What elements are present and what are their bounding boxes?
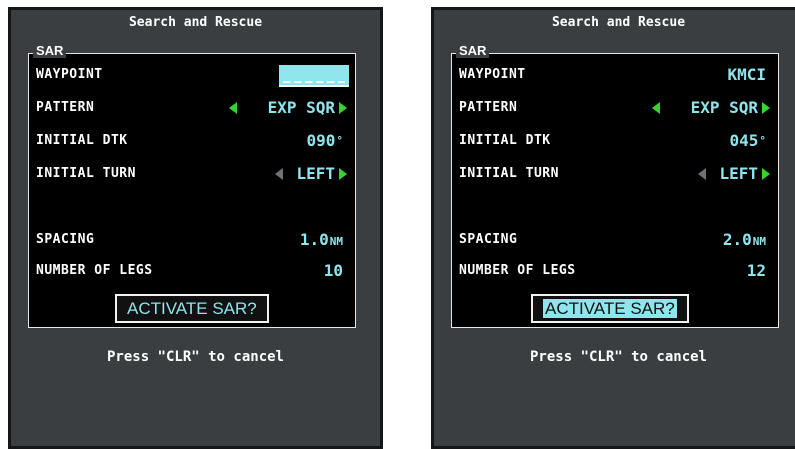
spacing-label: SPACING bbox=[36, 232, 95, 247]
arrow-right-icon[interactable] bbox=[339, 102, 347, 114]
sar-screen-left: Search and Rescue SAR WAYPOINT PATTERN E… bbox=[8, 7, 383, 449]
sar-group: SAR WAYPOINT KMCI PATTERN EXP SQR INITIA… bbox=[451, 44, 779, 328]
spacing-number: 2.0 bbox=[722, 230, 752, 249]
spacing-value[interactable]: 1.0NM bbox=[300, 229, 343, 253]
arrow-right-icon[interactable] bbox=[762, 168, 770, 180]
initial-turn-row[interactable]: INITIAL TURN LEFT bbox=[36, 163, 349, 185]
initial-turn-label: INITIAL TURN bbox=[459, 166, 559, 181]
waypoint-row[interactable]: WAYPOINT KMCI bbox=[459, 64, 772, 86]
initial-dtk-row[interactable]: INITIAL DTK 090° bbox=[36, 130, 349, 152]
pattern-value[interactable]: EXP SQR bbox=[691, 97, 758, 119]
arrow-left-icon[interactable] bbox=[698, 168, 706, 180]
initial-dtk-row[interactable]: INITIAL DTK 045° bbox=[459, 130, 772, 152]
initial-dtk-label: INITIAL DTK bbox=[36, 133, 128, 148]
initial-dtk-label: INITIAL DTK bbox=[459, 133, 551, 148]
sar-group: SAR WAYPOINT PATTERN EXP SQR INITIAL DTK… bbox=[28, 44, 356, 328]
sar-group-label: SAR bbox=[33, 44, 67, 58]
pattern-value[interactable]: EXP SQR bbox=[268, 97, 335, 119]
spacing-row[interactable]: SPACING 1.0NM bbox=[36, 229, 349, 251]
legs-label: NUMBER OF LEGS bbox=[459, 263, 576, 278]
initial-dtk-value[interactable]: 045° bbox=[729, 130, 766, 152]
waypoint-input-cursor[interactable] bbox=[279, 65, 349, 87]
arrow-right-icon[interactable] bbox=[339, 168, 347, 180]
legs-value[interactable]: 12 bbox=[747, 260, 766, 282]
initial-turn-value[interactable]: LEFT bbox=[296, 163, 335, 185]
activate-sar-label: ACTIVATE SAR? bbox=[127, 299, 257, 318]
initial-turn-row[interactable]: INITIAL TURN LEFT bbox=[459, 163, 772, 185]
arrow-left-icon[interactable] bbox=[652, 102, 660, 114]
legs-value[interactable]: 10 bbox=[324, 260, 343, 282]
pattern-label: PATTERN bbox=[459, 100, 518, 115]
waypoint-row[interactable]: WAYPOINT bbox=[36, 64, 349, 87]
pattern-row[interactable]: PATTERN EXP SQR bbox=[36, 97, 349, 119]
spacing-number: 1.0 bbox=[299, 230, 329, 249]
activate-sar-button[interactable]: ACTIVATE SAR? bbox=[115, 294, 269, 323]
initial-turn-value[interactable]: LEFT bbox=[719, 163, 758, 185]
initial-turn-label: INITIAL TURN bbox=[36, 166, 136, 181]
legs-label: NUMBER OF LEGS bbox=[36, 263, 153, 278]
waypoint-label: WAYPOINT bbox=[36, 67, 103, 82]
pattern-label: PATTERN bbox=[36, 100, 95, 115]
initial-dtk-value[interactable]: 090° bbox=[306, 130, 343, 152]
activate-sar-button[interactable]: ACTIVATE SAR? bbox=[531, 294, 689, 323]
spacing-row[interactable]: SPACING 2.0NM bbox=[459, 229, 772, 251]
spacing-unit: NM bbox=[752, 235, 766, 248]
arrow-left-icon[interactable] bbox=[275, 168, 283, 180]
arrow-right-icon[interactable] bbox=[762, 102, 770, 114]
initial-dtk-number: 045 bbox=[729, 131, 759, 150]
page-title: Search and Rescue bbox=[128, 15, 263, 30]
spacing-unit: NM bbox=[329, 235, 343, 248]
degree-symbol: ° bbox=[759, 134, 766, 147]
arrow-left-icon[interactable] bbox=[229, 102, 237, 114]
spacing-value[interactable]: 2.0NM bbox=[723, 229, 766, 253]
sar-group-label: SAR bbox=[456, 44, 490, 58]
page-title: Search and Rescue bbox=[551, 15, 686, 30]
spacing-label: SPACING bbox=[459, 232, 518, 247]
waypoint-label: WAYPOINT bbox=[459, 67, 526, 82]
cancel-hint: Press "CLR" to cancel bbox=[529, 349, 707, 365]
activate-sar-label: ACTIVATE SAR? bbox=[543, 299, 677, 318]
cancel-hint: Press "CLR" to cancel bbox=[106, 349, 284, 365]
sar-screen-right: Search and Rescue SAR WAYPOINT KMCI PATT… bbox=[431, 7, 795, 449]
waypoint-value[interactable]: KMCI bbox=[727, 64, 766, 86]
pattern-row[interactable]: PATTERN EXP SQR bbox=[459, 97, 772, 119]
legs-row[interactable]: NUMBER OF LEGS 12 bbox=[459, 260, 772, 282]
initial-dtk-number: 090 bbox=[306, 131, 336, 150]
degree-symbol: ° bbox=[336, 134, 343, 147]
legs-row[interactable]: NUMBER OF LEGS 10 bbox=[36, 260, 349, 282]
